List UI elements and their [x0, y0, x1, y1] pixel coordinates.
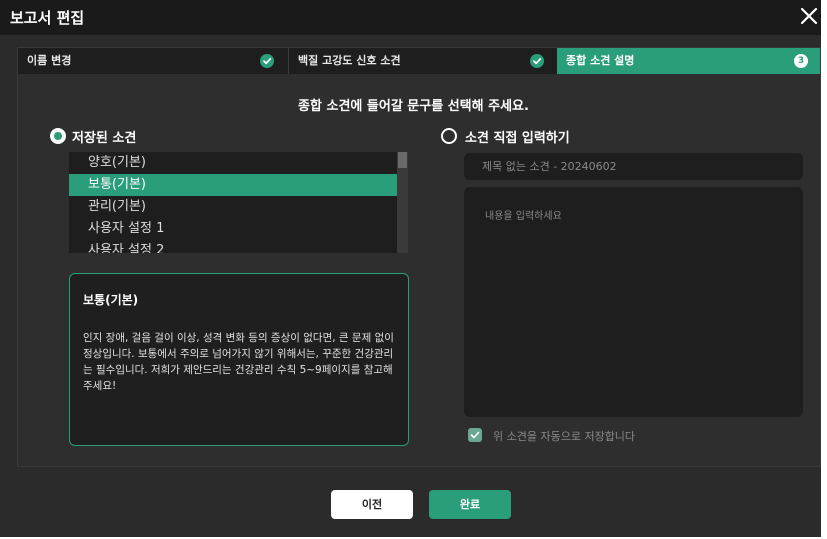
step-summary[interactable]: 종합 소견 설명 3 [557, 48, 820, 74]
title-bar: 보고서 편집 [0, 0, 827, 35]
autosave-label[interactable]: 위 소견을 자동으로 저장합니다 [493, 428, 635, 444]
step-white-matter[interactable]: 백질 고강도 신호 소견 [288, 48, 556, 74]
finding-content-input[interactable] [464, 187, 803, 417]
close-icon[interactable] [797, 4, 821, 28]
dialog-title: 보고서 편집 [10, 9, 85, 27]
radio-empty-icon[interactable] [441, 128, 457, 144]
previous-button[interactable]: 이전 [331, 490, 413, 519]
step-rename[interactable]: 이름 변경 [18, 48, 286, 74]
check-circle-icon [530, 54, 544, 68]
finding-preview: 보통(기본) 인지 장애, 걸음 걸이 이상, 성격 변화 등의 증상이 없다면… [69, 273, 409, 446]
done-button[interactable]: 완료 [429, 490, 511, 519]
manual-option-label[interactable]: 소견 직접 입력하기 [465, 127, 570, 146]
step-bar: 이름 변경 백질 고강도 신호 소견 종합 소견 설명 3 [18, 48, 820, 74]
list-item[interactable]: 사용자 설정 1 [69, 218, 397, 240]
autosave-checkbox[interactable] [468, 428, 482, 442]
window-edge [821, 0, 827, 539]
scrollbar-thumb[interactable] [398, 152, 407, 168]
saved-option-label[interactable]: 저장된 소견 [72, 127, 136, 146]
list-scrollbar[interactable] [397, 152, 408, 253]
check-circle-icon [260, 54, 274, 68]
radio-selected-icon[interactable] [50, 128, 66, 144]
report-edit-dialog: 보고서 편집 이름 변경 백질 고강도 신호 소견 종합 소견 설명 3 종합 … [0, 0, 827, 539]
list-item-selected[interactable]: 보통(기본) [69, 174, 397, 196]
step-number-badge: 3 [794, 54, 808, 68]
step-label: 이름 변경 [27, 54, 72, 67]
list-item[interactable]: 관리(기본) [69, 196, 397, 218]
preview-title: 보통(기본) [83, 293, 139, 307]
step-label: 종합 소견 설명 [566, 54, 635, 67]
saved-findings-list[interactable]: 양호(기본) 보통(기본) 관리(기본) 사용자 설정 1 사용자 설정 2 [69, 152, 408, 253]
list-item[interactable]: 양호(기본) [69, 152, 397, 174]
step-label: 백질 고강도 신호 소견 [298, 54, 401, 67]
preview-body: 인지 장애, 걸음 걸이 이상, 성격 변화 등의 증상이 없다면, 큰 문제 … [83, 332, 394, 392]
finding-title-input[interactable] [464, 153, 803, 180]
instruction-text: 종합 소견에 들어갈 문구를 선택해 주세요. [298, 99, 529, 114]
list-item[interactable]: 사용자 설정 2 [69, 240, 397, 253]
checkmark-icon [470, 431, 480, 439]
